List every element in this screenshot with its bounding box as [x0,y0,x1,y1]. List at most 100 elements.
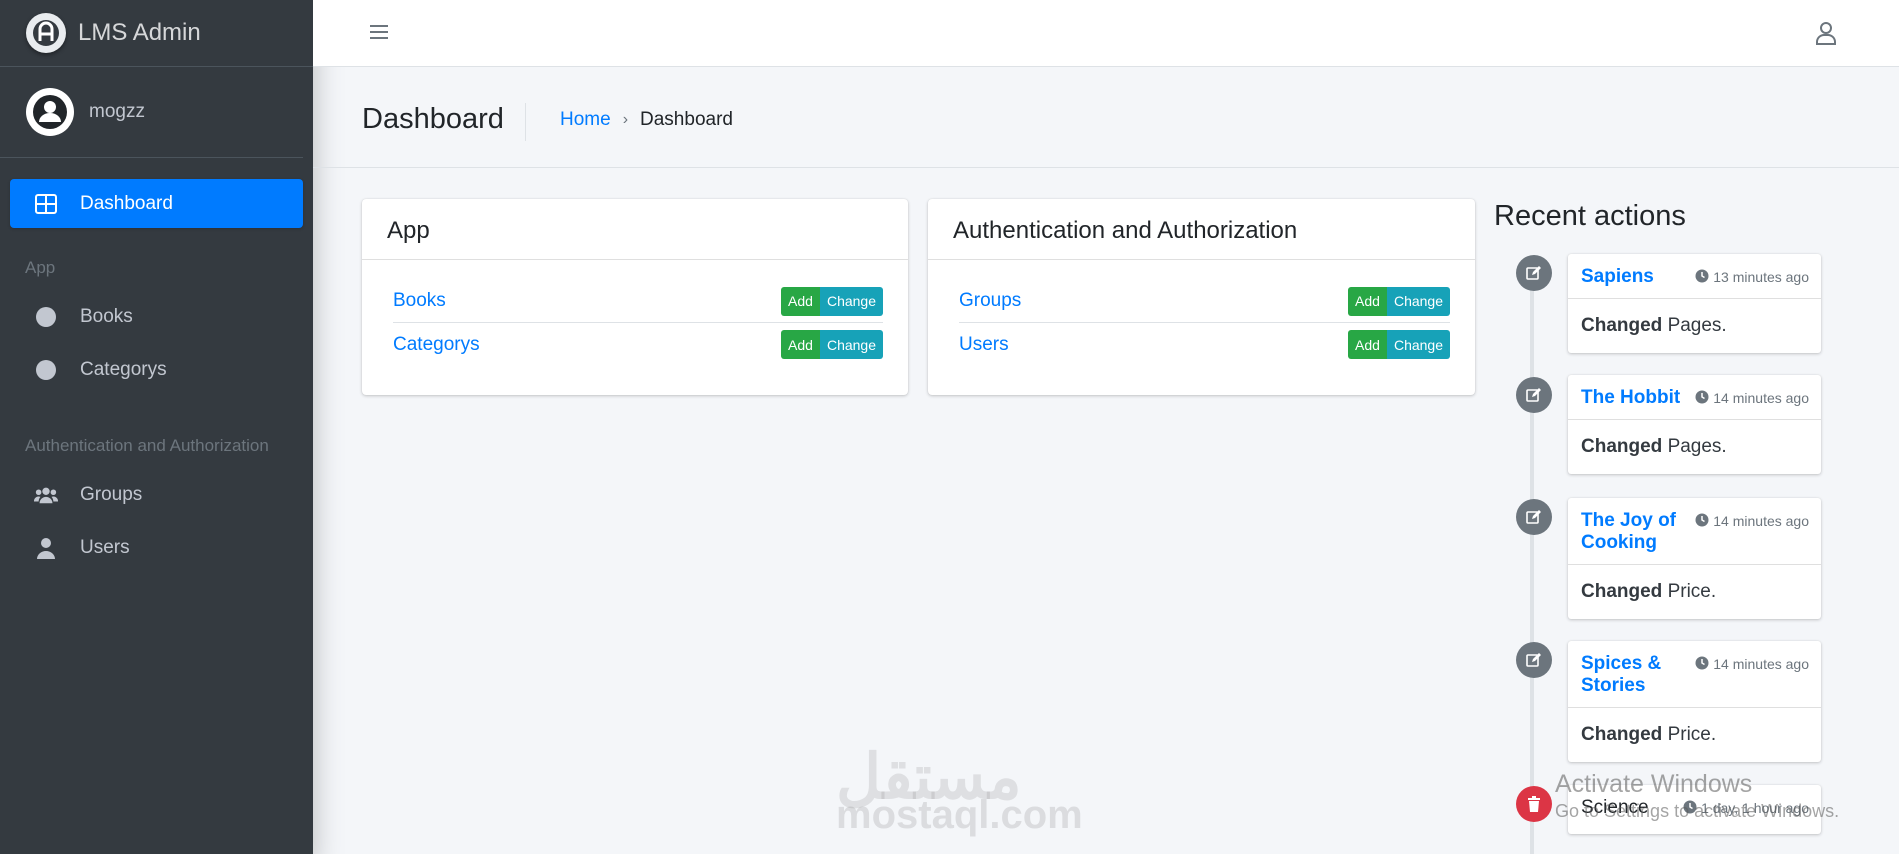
add-books-button[interactable]: Add [781,286,820,316]
sidebar-item-label: Dashboard [80,192,173,214]
recent-item-link[interactable]: Sapiens [1581,266,1691,288]
nav-header-app: App [25,258,56,277]
circle-icon [34,305,58,329]
change-categorys-button[interactable]: Change [819,330,883,359]
users-group-icon [34,483,58,507]
model-list: Groups Add Change Users Add Change [928,260,1475,366]
card-title: App [362,199,908,260]
action-detail: Price. [1667,581,1717,602]
timeline-item: Sapiens 13 minutes ago Changed Pages. [1568,254,1821,353]
edit-icon [1516,499,1552,535]
timeline-item-body: Changed Price. [1568,565,1821,619]
sidebar-item-categorys[interactable]: Categorys [10,345,303,394]
logo-icon [26,13,66,53]
action-buttons: Add Change [781,286,883,316]
model-link-users[interactable]: Users [959,334,1009,356]
brand-title: LMS Admin [78,19,201,46]
timeline-item-header: The Joy of Cooking 14 minutes ago [1568,498,1821,565]
action-verb: Changed [1581,436,1663,457]
recent-item-link[interactable]: Spices & Stories [1581,653,1691,697]
model-link-books[interactable]: Books [393,290,446,312]
watermark-site: mostaql.com [836,793,1083,837]
sidebar-item-dashboard[interactable]: Dashboard [10,179,303,228]
action-buttons: Add Change [1348,330,1450,359]
action-verb: Changed [1581,315,1663,336]
user-icon [34,536,58,560]
sidebar-nav: Dashboard App Books Categorys Authentica… [0,179,313,572]
activate-title: Activate Windows [1555,770,1753,798]
breadcrumb-current: Dashboard [640,109,733,130]
breadcrumb-home[interactable]: Home [560,109,611,131]
timeline-item-header: Spices & Stories 14 minutes ago [1568,641,1821,708]
action-detail: Pages. [1667,436,1727,457]
trash-icon [1516,786,1552,822]
user-icon[interactable] [1813,20,1839,46]
activate-subtitle: Go to Settings to activate Windows. [1555,801,1840,821]
recent-actions-title: Recent actions [1494,200,1686,232]
timestamp-text: 14 minutes ago [1713,390,1809,406]
timeline-item-header: The Hobbit 14 minutes ago [1568,375,1821,420]
menu-icon[interactable] [370,20,394,44]
model-link-categorys[interactable]: Categorys [393,334,480,356]
breadcrumb: Home › Dashboard [560,109,733,131]
timestamp: 14 minutes ago [1695,653,1809,697]
add-users-button[interactable]: Add [1348,330,1387,359]
timestamp-text: 13 minutes ago [1713,269,1809,285]
sidebar: LMS Admin mogzz Dashboard App Books Cate… [0,0,313,854]
change-users-button[interactable]: Change [1386,330,1450,359]
circle-icon [34,358,58,382]
clock-icon [1695,390,1709,407]
timestamp: 14 minutes ago [1695,510,1809,554]
clock-icon [1695,656,1709,673]
table-row: Groups Add Change [959,280,1450,323]
action-detail: Price. [1667,724,1717,745]
action-verb: Changed [1581,581,1663,602]
recent-item-link[interactable]: The Joy of Cooking [1581,510,1691,554]
table-row: Books Add Change [393,280,883,323]
content-header: Dashboard Home › Dashboard [313,67,1899,168]
edit-icon [1516,377,1552,413]
edit-icon [1516,642,1552,678]
change-groups-button[interactable]: Change [1386,286,1450,316]
change-books-button[interactable]: Change [819,286,883,316]
timeline-item-body: Changed Pages. [1568,299,1821,353]
edit-icon [1516,255,1552,291]
activate-windows-notice: Activate Windows Go to Settings to activ… [1555,770,1839,822]
clock-icon [1695,513,1709,530]
action-detail: Pages. [1667,315,1727,336]
timeline-item-header: Sapiens 13 minutes ago [1568,254,1821,299]
timeline-item: The Joy of Cooking 14 minutes ago Change… [1568,498,1821,619]
sidebar-item-label: Groups [80,483,143,505]
brand-link[interactable]: LMS Admin [0,0,313,67]
add-groups-button[interactable]: Add [1348,286,1387,316]
timestamp: 13 minutes ago [1695,266,1809,288]
timestamp-text: 14 minutes ago [1713,513,1809,529]
timeline-item-body: Changed Price. [1568,708,1821,762]
table-row: Categorys Add Change [393,323,883,366]
timeline-line [1530,270,1534,854]
sidebar-item-groups[interactable]: Groups [10,470,303,519]
sidebar-item-label: Books [80,305,133,327]
dashboard-icon [34,192,58,216]
card-title: Authentication and Authorization [928,199,1475,260]
app-card: App Books Add Change Categorys Add Chang… [362,199,908,395]
add-categorys-button[interactable]: Add [781,330,820,359]
sidebar-item-books[interactable]: Books [10,292,303,341]
action-verb: Changed [1581,724,1663,745]
recent-item-link[interactable]: The Hobbit [1581,387,1691,409]
sidebar-item-label: Users [80,536,130,558]
model-link-groups[interactable]: Groups [959,290,1021,312]
auth-card: Authentication and Authorization Groups … [928,199,1475,395]
timeline-item: The Hobbit 14 minutes ago Changed Pages. [1568,375,1821,474]
action-buttons: Add Change [1348,286,1450,316]
nav-header-auth: Authentication and Authorization [25,436,269,455]
timestamp-text: 14 minutes ago [1713,656,1809,672]
user-name: mogzz [89,101,145,122]
sidebar-item-users[interactable]: Users [10,523,303,572]
sidebar-item-label: Categorys [80,358,167,380]
timeline-item: Spices & Stories 14 minutes ago Changed … [1568,641,1821,762]
breadcrumb-separator: › [622,111,629,128]
user-panel[interactable]: mogzz [0,67,303,158]
table-row: Users Add Change [959,323,1450,366]
clock-icon [1695,269,1709,286]
